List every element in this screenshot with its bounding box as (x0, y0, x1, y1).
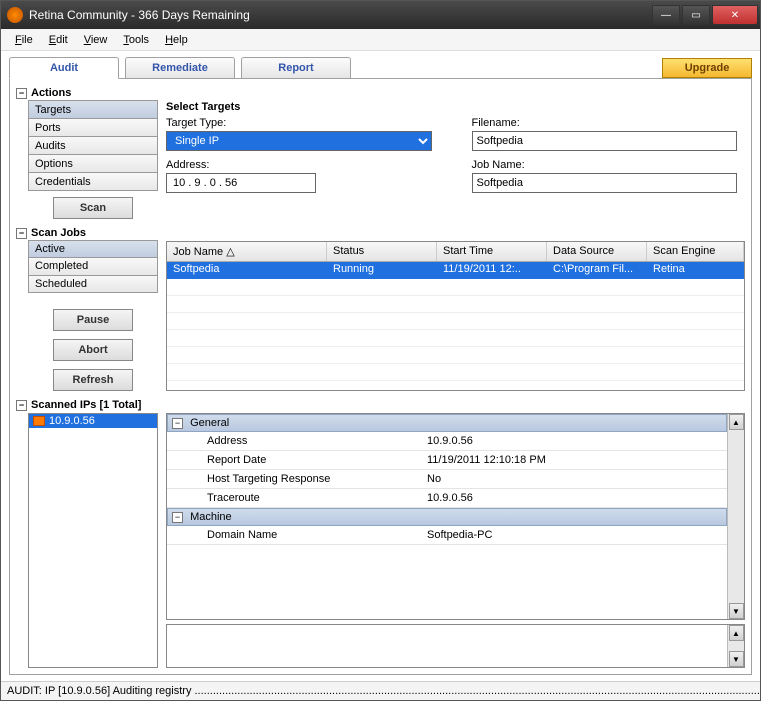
sidebar-item-completed[interactable]: Completed (28, 257, 158, 275)
maximize-button[interactable]: ▭ (682, 5, 710, 25)
group-machine[interactable]: − Machine (167, 508, 727, 526)
target-type-select[interactable]: Single IP (166, 131, 432, 151)
address-input[interactable]: 10 . 9 . 0 . 56 (166, 173, 316, 193)
collapse-icon[interactable]: − (16, 400, 27, 411)
kv-row[interactable]: Domain NameSoftpedia-PC (167, 526, 727, 545)
sidebar-item-targets[interactable]: Targets (28, 100, 158, 119)
col-jobname[interactable]: Job Name △ (167, 242, 327, 261)
ip-list[interactable]: 10.9.0.56 (28, 413, 158, 668)
group-general[interactable]: − General (167, 414, 727, 432)
refresh-button[interactable]: Refresh (53, 369, 133, 391)
table-row[interactable]: Softpedia Running 11/19/2011 12:.. C:\Pr… (167, 262, 744, 279)
col-datasource[interactable]: Data Source (547, 242, 647, 261)
ip-status-icon (33, 416, 45, 426)
filename-input[interactable] (472, 131, 738, 151)
tab-report[interactable]: Report (241, 57, 351, 79)
menu-help[interactable]: Help (159, 32, 194, 48)
upgrade-button[interactable]: Upgrade (662, 58, 752, 78)
collapse-icon[interactable]: − (16, 228, 27, 239)
titlebar[interactable]: Retina Community - 366 Days Remaining — … (1, 1, 760, 29)
jobname-input[interactable] (472, 173, 738, 193)
sidebar-item-ports[interactable]: Ports (28, 118, 158, 137)
menu-file[interactable]: File (9, 32, 39, 48)
col-starttime[interactable]: Start Time (437, 242, 547, 261)
address-label: Address: (166, 159, 432, 171)
app-window: Retina Community - 366 Days Remaining — … (0, 0, 761, 701)
scrollbar[interactable]: ▲ ▼ (727, 414, 744, 619)
menu-tools[interactable]: Tools (117, 32, 155, 48)
sidebar-item-audits[interactable]: Audits (28, 136, 158, 155)
ip-item[interactable]: 10.9.0.56 (29, 414, 157, 428)
kv-row[interactable]: Traceroute10.9.0.56 (167, 489, 727, 508)
scroll-up-icon[interactable]: ▲ (729, 625, 744, 641)
status-bar: AUDIT: IP [10.9.0.56] Auditing registry … (1, 681, 760, 700)
form-title: Select Targets (166, 101, 737, 113)
target-type-label: Target Type: (166, 117, 432, 129)
scroll-down-icon[interactable]: ▼ (729, 603, 744, 619)
menubar: File Edit View Tools Help (1, 29, 760, 51)
kv-row[interactable]: Address10.9.0.56 (167, 432, 727, 451)
sidebar-item-options[interactable]: Options (28, 154, 158, 173)
jobname-label: Job Name: (472, 159, 738, 171)
section-scanjobs-header: − Scan Jobs (16, 227, 745, 239)
abort-button[interactable]: Abort (53, 339, 133, 361)
tab-audit[interactable]: Audit (9, 57, 119, 79)
scrollbar[interactable]: ▲ ▼ (727, 625, 744, 667)
close-button[interactable]: ✕ (712, 5, 758, 25)
section-actions-header: − Actions (16, 87, 745, 99)
scanjobs-table: Job Name △ Status Start Time Data Source… (166, 241, 745, 391)
kv-row[interactable]: Host Targeting ResponseNo (167, 470, 727, 489)
section-scannedips-header: − Scanned IPs [1 Total] (16, 399, 745, 411)
pause-button[interactable]: Pause (53, 309, 133, 331)
tab-remediate[interactable]: Remediate (125, 57, 235, 79)
collapse-icon[interactable]: − (16, 88, 27, 99)
minimize-button[interactable]: — (652, 5, 680, 25)
scan-button[interactable]: Scan (53, 197, 133, 219)
app-icon (7, 7, 23, 23)
scroll-down-icon[interactable]: ▼ (729, 651, 744, 667)
menu-edit[interactable]: Edit (43, 32, 74, 48)
sidebar-item-scheduled[interactable]: Scheduled (28, 275, 158, 293)
filename-label: Filename: (472, 117, 738, 129)
menu-view[interactable]: View (78, 32, 114, 48)
details-panel: − General Address10.9.0.56 Report Date11… (167, 414, 727, 619)
window-title: Retina Community - 366 Days Remaining (29, 8, 650, 22)
kv-row[interactable]: Report Date11/19/2011 12:10:18 PM (167, 451, 727, 470)
col-scanengine[interactable]: Scan Engine (647, 242, 744, 261)
scroll-up-icon[interactable]: ▲ (729, 414, 744, 430)
col-status[interactable]: Status (327, 242, 437, 261)
sidebar-item-credentials[interactable]: Credentials (28, 172, 158, 191)
sidebar-item-active[interactable]: Active (28, 240, 158, 258)
bottom-panel: ▲ ▼ (166, 624, 745, 668)
